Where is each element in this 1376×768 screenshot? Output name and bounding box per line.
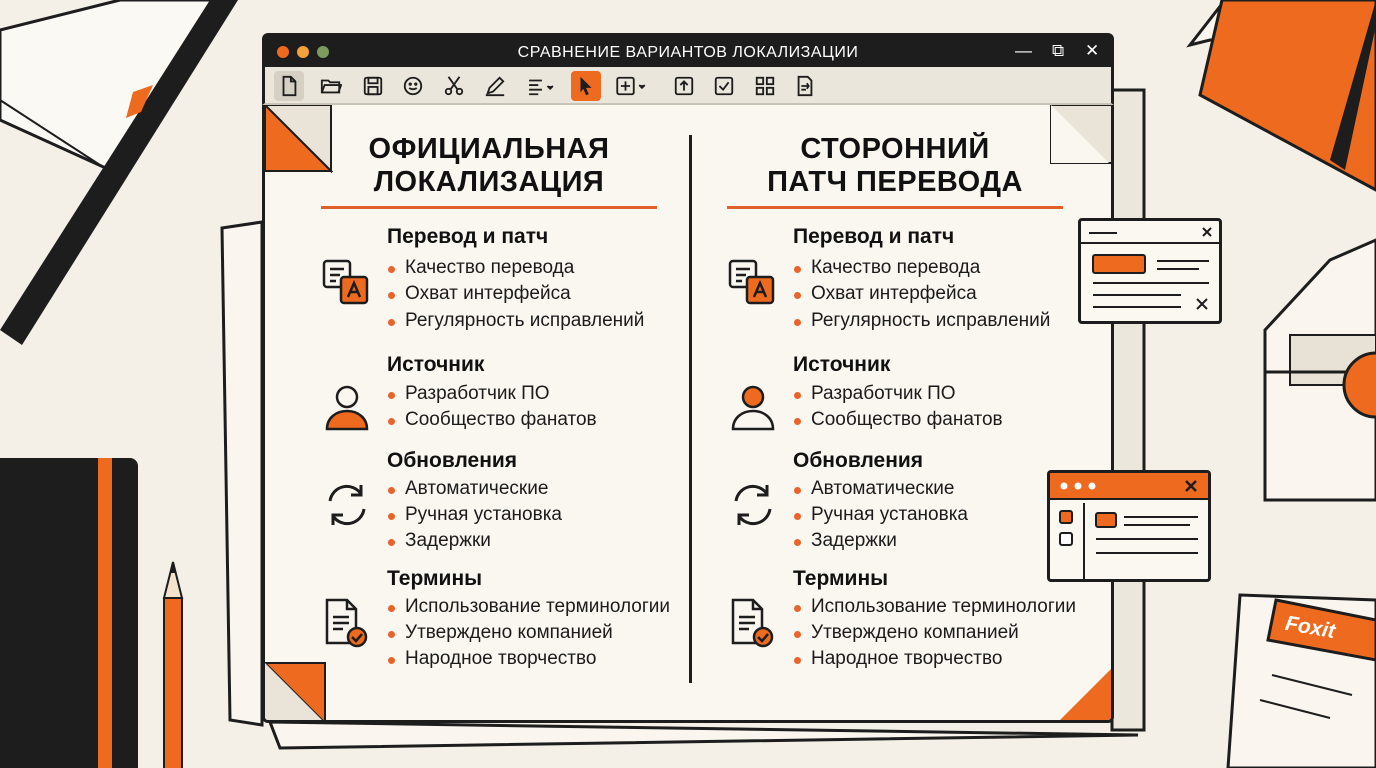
list-item: Охват интерфейса (388, 283, 571, 304)
close-button[interactable]: ✕ (1085, 41, 1099, 61)
popup-content (1050, 473, 1208, 579)
checkbox-icon (714, 76, 734, 96)
image-convert-button[interactable] (790, 71, 820, 101)
refresh-icon (321, 479, 373, 531)
refresh-icon (727, 479, 779, 531)
pen-icon (485, 76, 505, 97)
comparison-document: ОФИЦИАЛЬНАЯ ЛОКАЛИЗАЦИЯ Перевод и патч К… (262, 105, 1114, 723)
column-divider (689, 135, 692, 683)
list-item: Использование терминологии (793, 596, 1077, 617)
maximize-button[interactable]: ⧉ (1052, 41, 1064, 61)
save-icon (363, 76, 383, 96)
emoji-button[interactable] (398, 71, 428, 101)
new-document-icon (282, 75, 297, 97)
save-button[interactable] (358, 71, 388, 101)
comparison-window: СРАВНЕНИЕ ВАРИАНТОВ ЛОКАЛИЗАЦИИ — ⧉ ✕ ОФ… (262, 33, 1114, 723)
column-title-line2: ПАТЧ ПЕРЕВОДА (767, 166, 1023, 198)
checkbox-button[interactable] (709, 71, 739, 101)
list-item: Регулярность исправлений (793, 310, 1051, 331)
upload-button[interactable] (669, 71, 699, 101)
list-item: Сообщество фанатов (794, 409, 1003, 430)
toolbar (262, 67, 1114, 105)
add-box-icon (616, 76, 646, 96)
grid-button[interactable] (750, 71, 780, 101)
upload-icon (674, 76, 694, 96)
section-title: Обновления (793, 449, 924, 472)
popup-content (1081, 227, 1219, 310)
user-icon (727, 381, 779, 433)
list-item: Качество перевода (387, 257, 575, 278)
popup-window-top[interactable] (1078, 218, 1222, 324)
list-item: Утверждено компанией (388, 622, 613, 643)
column-rule (321, 206, 657, 209)
image-convert-icon (797, 75, 813, 97)
column-title-line1: ОФИЦИАЛЬНАЯ (368, 133, 610, 165)
pen-button[interactable] (480, 71, 510, 101)
section-title: Перевод и патч (793, 225, 955, 248)
title-bar: СРАВНЕНИЕ ВАРИАНТОВ ЛОКАЛИЗАЦИИ — ⧉ ✕ (262, 33, 1114, 67)
translate-icon (727, 255, 779, 307)
list-item: Охват интерфейса (794, 283, 977, 304)
align-text-button[interactable] (521, 71, 561, 101)
new-document-button[interactable] (274, 71, 304, 101)
list-item: Разработчик ПО (794, 383, 956, 404)
list-item: Качество перевода (793, 257, 981, 278)
column-title: СТОРОННИЙ ПАТЧ ПЕРЕВОДА (715, 133, 1075, 199)
list-item: Автоматические (387, 478, 549, 499)
cut-button[interactable] (439, 71, 469, 101)
cut-icon (444, 76, 464, 96)
list-item: Автоматические (793, 478, 955, 499)
window-title: СРАВНЕНИЕ ВАРИАНТОВ ЛОКАЛИЗАЦИИ (517, 44, 859, 61)
list-item: Народное творчество (793, 648, 1003, 669)
list-item: Задержки (794, 530, 897, 551)
list-item: Утверждено компанией (794, 622, 1019, 643)
list-item: Разработчик ПО (388, 383, 550, 404)
list-item: Ручная установка (794, 504, 968, 525)
select-pointer-button[interactable] (571, 71, 601, 101)
section-title: Термины (793, 567, 889, 590)
document-check-icon (727, 597, 779, 649)
select-pointer-icon (580, 76, 592, 96)
list-item: Ручная установка (388, 504, 562, 525)
section-title: Источник (793, 353, 891, 376)
open-folder-button[interactable] (316, 71, 346, 101)
document-check-icon (321, 597, 373, 649)
section-title: Источник (387, 353, 485, 376)
align-text-icon (529, 79, 554, 96)
user-icon (321, 381, 373, 433)
list-item: Использование терминологии (387, 596, 671, 617)
column-rule (727, 206, 1063, 209)
list-item: Сообщество фанатов (388, 409, 597, 430)
minimize-button[interactable]: — (1015, 41, 1032, 61)
section-title: Перевод и патч (387, 225, 549, 248)
section-title: Обновления (387, 449, 518, 472)
column-title-line1: СТОРОННИЙ (800, 133, 990, 165)
add-box-button[interactable] (610, 71, 652, 101)
column-title: ОФИЦИАЛЬНАЯ ЛОКАЛИЗАЦИЯ (309, 133, 669, 199)
open-folder-icon (320, 79, 342, 94)
list-item: Регулярность исправлений (387, 310, 645, 331)
emoji-icon (403, 76, 423, 96)
translate-icon (321, 255, 373, 307)
grid-icon (755, 76, 775, 96)
column-title-line2: ЛОКАЛИЗАЦИЯ (373, 166, 605, 198)
list-item: Народное творчество (387, 648, 597, 669)
list-item: Задержки (388, 530, 491, 551)
popup-window-bottom[interactable] (1047, 470, 1211, 582)
section-title: Термины (387, 567, 483, 590)
